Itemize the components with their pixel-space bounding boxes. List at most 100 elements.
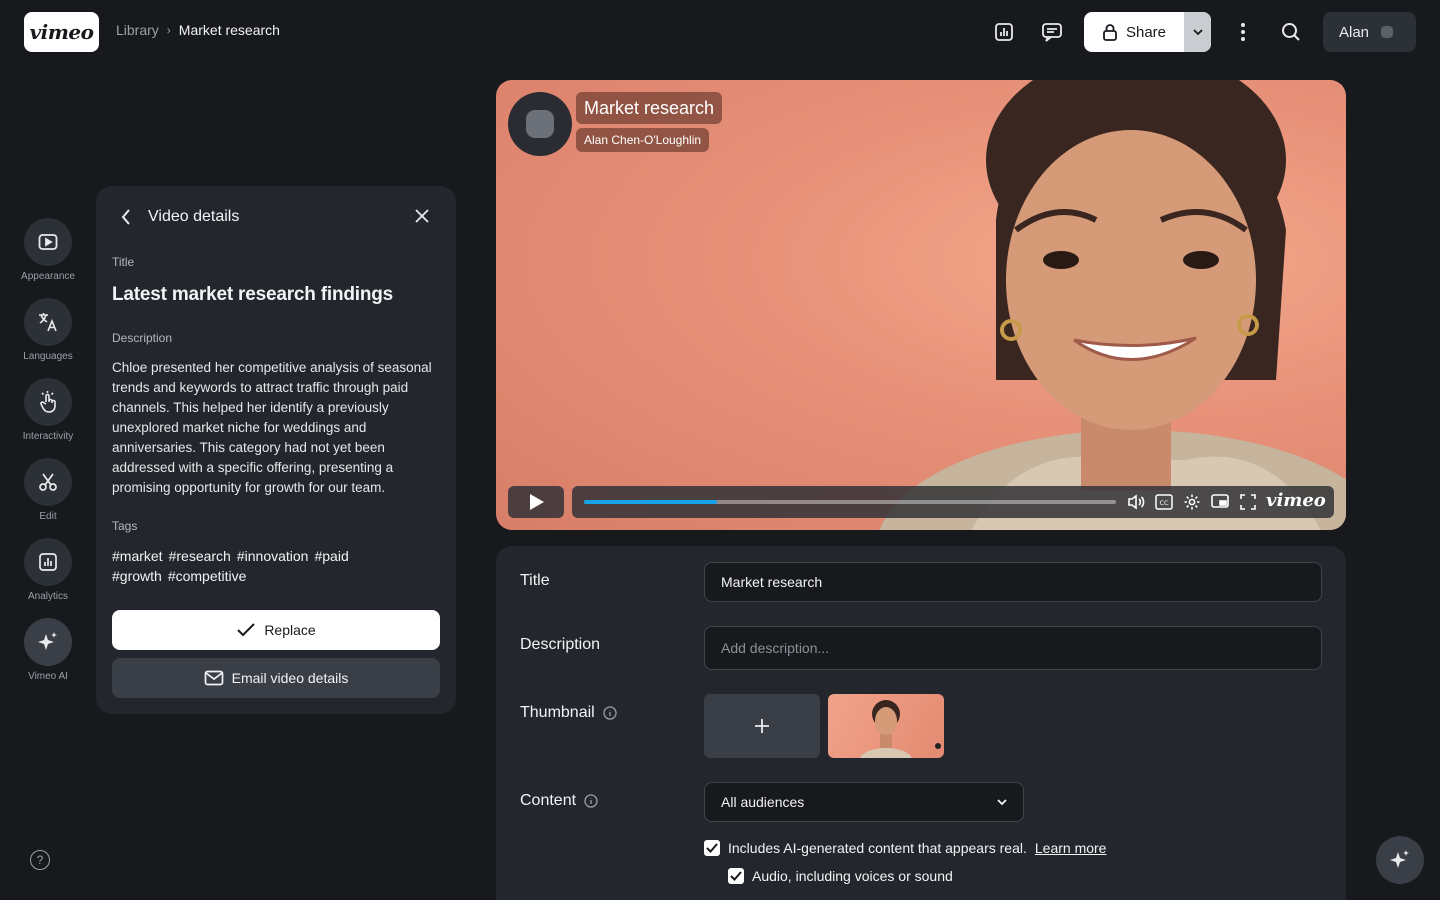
- content-rating-value: All audiences: [721, 794, 805, 810]
- tags-list: #market #research #innovation #paid #growth…: [112, 546, 432, 586]
- rail-label: Vimeo AI: [28, 671, 68, 682]
- settings-icon[interactable]: [1182, 492, 1202, 512]
- sparkle-icon: [1390, 850, 1409, 868]
- form-thumbnail-label: Thumbnail: [520, 704, 617, 722]
- play-button[interactable]: [508, 486, 564, 518]
- scissors-icon: [24, 458, 72, 506]
- player-author[interactable]: Alan Chen-O'Loughlin: [576, 128, 710, 152]
- rail-item-languages[interactable]: Languages: [0, 298, 96, 362]
- translate-icon: [24, 298, 72, 346]
- volume-icon[interactable]: [1126, 492, 1146, 512]
- tags-label: Tags: [112, 519, 138, 533]
- user-avatar: [1381, 26, 1394, 38]
- pip-icon[interactable]: [1210, 492, 1230, 512]
- tag: #research: [168, 548, 231, 564]
- tag: #growth: [112, 568, 162, 584]
- tap-icon: [24, 378, 72, 426]
- video-player[interactable]: Market research Alan Chen-O'Loughlin CC …: [496, 80, 1346, 530]
- rail-label: Languages: [23, 351, 73, 362]
- back-icon[interactable]: [120, 208, 132, 231]
- share-label: Share: [1125, 23, 1167, 41]
- rail-item-analytics[interactable]: Analytics: [0, 538, 96, 602]
- thumbnail-picture: [860, 700, 941, 758]
- user-menu[interactable]: Alan: [1323, 12, 1416, 52]
- ai-content-checkbox[interactable]: [704, 840, 720, 856]
- player-vimeo-logo[interactable]: vimeo: [1266, 490, 1326, 511]
- chart-icon: [24, 538, 72, 586]
- player-title[interactable]: Market research: [576, 92, 723, 124]
- checkmark-icon: [730, 871, 742, 881]
- panel-heading: Video details: [148, 208, 240, 225]
- sparkle-icon: [24, 618, 72, 666]
- more-icon[interactable]: [1227, 16, 1259, 48]
- rail-item-interactivity[interactable]: Interactivity: [0, 378, 96, 442]
- form-content-label: Content: [520, 792, 598, 810]
- replace-button[interactable]: Replace: [112, 610, 440, 650]
- analytics-icon[interactable]: [988, 16, 1020, 48]
- progress-fill: [584, 500, 717, 504]
- tag: #competitive: [167, 568, 247, 584]
- video-description: Chloe presented her competitive analysis…: [112, 360, 432, 495]
- title-input[interactable]: Market research: [704, 562, 1322, 602]
- mail-icon: [204, 670, 223, 686]
- share-dropdown[interactable]: [1184, 12, 1211, 52]
- rail-label: Edit: [39, 511, 57, 522]
- rail-label: Analytics: [27, 591, 68, 602]
- user-name: Alan: [1339, 23, 1370, 41]
- rail-item-vimeo-ai[interactable]: Vimeo AI: [0, 618, 96, 682]
- audio-checkbox-row: Audio, including voices or sound: [728, 868, 953, 884]
- chevron-down-icon: [997, 799, 1007, 805]
- audio-checkbox[interactable]: [728, 868, 744, 884]
- content-rating-select[interactable]: All audiences: [704, 782, 1024, 822]
- search-icon[interactable]: [1275, 16, 1307, 48]
- channel-avatar[interactable]: [508, 92, 572, 156]
- vimeo-logo[interactable]: vimeo: [24, 12, 99, 52]
- close-icon[interactable]: [414, 208, 430, 229]
- share-button[interactable]: Share: [1084, 12, 1211, 52]
- vimeo-ai-fab[interactable]: [1376, 836, 1424, 884]
- checkmark-icon: [706, 843, 718, 853]
- thumbnail-image[interactable]: [828, 694, 944, 758]
- breadcrumb-separator: ›: [166, 23, 171, 37]
- captions-text: CC: [1159, 499, 1169, 507]
- info-icon[interactable]: [603, 706, 617, 720]
- breadcrumb-library[interactable]: Library: [116, 22, 159, 38]
- lock-icon: [1103, 24, 1117, 41]
- rail-item-edit[interactable]: Edit: [0, 458, 96, 522]
- ai-content-checkbox-row: Includes AI-generated content that appea…: [704, 840, 1106, 856]
- rail-label: Interactivity: [22, 431, 74, 442]
- email-label: Email video details: [231, 670, 349, 686]
- breadcrumb-current: Market research: [178, 22, 280, 38]
- top-bar: vimeo Library › Market research Share Al…: [0, 0, 1440, 64]
- rail-label: Appearance: [21, 271, 75, 282]
- title-label: Title: [112, 255, 135, 269]
- details-form: Title Market research Description Add de…: [496, 546, 1346, 900]
- form-description-label: Description: [520, 636, 601, 653]
- video-details-panel: Video details Title Latest market resear…: [96, 186, 456, 714]
- rail-item-appearance[interactable]: Appearance: [0, 218, 96, 282]
- panel-header: Video details: [96, 186, 456, 250]
- email-video-details-button[interactable]: Email video details: [112, 658, 440, 698]
- captions-icon[interactable]: CC: [1154, 492, 1174, 512]
- player-controls: CC vimeo: [572, 486, 1334, 518]
- fullscreen-icon[interactable]: [1238, 492, 1258, 512]
- video-title: Latest market research findings: [112, 284, 394, 305]
- description-input[interactable]: Add description...: [704, 626, 1322, 670]
- add-thumbnail-button[interactable]: [704, 694, 820, 758]
- play-square-icon: [24, 218, 72, 266]
- help-icon[interactable]: ?: [30, 850, 50, 870]
- tag: #innovation: [236, 548, 309, 564]
- chevron-down-icon: [1192, 29, 1203, 35]
- comments-icon[interactable]: [1036, 16, 1068, 48]
- info-icon[interactable]: [584, 794, 598, 808]
- replace-label: Replace: [264, 622, 316, 638]
- check-icon: [237, 623, 256, 637]
- progress-bar[interactable]: [584, 500, 1116, 504]
- ai-content-label: Includes AI-generated content that appea…: [728, 840, 1027, 856]
- share-main[interactable]: Share: [1084, 12, 1184, 52]
- plus-icon: [755, 719, 769, 733]
- play-icon: [530, 494, 544, 510]
- learn-more-link[interactable]: Learn more: [1035, 840, 1107, 856]
- tag: #paid: [314, 548, 349, 564]
- form-title-label: Title: [520, 572, 550, 589]
